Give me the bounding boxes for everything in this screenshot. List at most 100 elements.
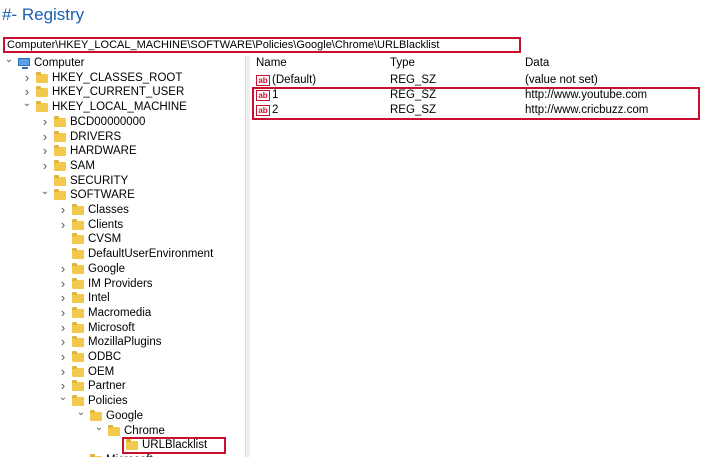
chevron-right-icon[interactable]: › xyxy=(58,203,68,217)
tree-node[interactable]: URLBlacklist xyxy=(0,437,245,455)
chevron-right-icon[interactable]: › xyxy=(40,114,50,129)
value-row[interactable]: ab (Default) REG_SZ (value not set) xyxy=(250,73,700,88)
folder-icon xyxy=(72,351,84,362)
tree-node[interactable]: › Partner xyxy=(0,379,245,393)
string-value-icon: ab xyxy=(256,75,270,86)
tree-node[interactable]: › DRIVERS xyxy=(0,129,245,144)
tree-node[interactable]: CVSM xyxy=(0,232,245,246)
tree-node[interactable]: ⌄ HKEY_LOCAL_MACHINE xyxy=(0,97,245,114)
folder-icon xyxy=(54,189,66,201)
tree-node[interactable]: › Clients xyxy=(0,217,245,232)
folder-icon xyxy=(36,86,48,98)
folder-icon xyxy=(72,336,84,348)
folder-icon xyxy=(72,277,84,289)
tree-node[interactable]: › IM Providers xyxy=(0,276,245,291)
tree-node[interactable]: › HKEY_CURRENT_USER xyxy=(0,85,245,99)
tree-node-label: Policies xyxy=(88,395,128,408)
tree-node[interactable]: › Intel xyxy=(0,291,245,305)
chevron-right-icon[interactable]: › xyxy=(40,144,50,158)
column-header-name[interactable]: Name xyxy=(256,56,287,71)
folder-icon xyxy=(72,380,84,392)
chevron-down-icon[interactable]: ⌄ xyxy=(22,97,32,111)
tree-node[interactable]: › Macromedia xyxy=(0,305,245,320)
tree-node[interactable]: › ODBC xyxy=(0,350,245,364)
tree-node-label: MozillaPlugins xyxy=(88,336,162,349)
tree-node[interactable]: › Microsoft xyxy=(0,320,245,335)
chevron-right-icon[interactable]: › xyxy=(58,320,68,335)
folder-icon xyxy=(72,218,84,230)
tree-node-label: Microsoft xyxy=(106,453,153,457)
page-heading: #- Registry xyxy=(2,5,85,24)
chevron-right-icon[interactable]: › xyxy=(58,305,68,320)
chevron-right-icon[interactable]: › xyxy=(76,452,86,457)
column-header-type[interactable]: Type xyxy=(390,56,415,71)
tree-node[interactable]: › HKEY_CLASSES_ROOT xyxy=(0,70,245,85)
tree-node[interactable]: › MozillaPlugins xyxy=(0,335,245,349)
tree-node[interactable]: DefaultUserEnvironment xyxy=(0,247,245,261)
tree-node-label: SECURITY xyxy=(70,174,129,187)
folder-icon xyxy=(54,130,66,142)
tree-node-label: Google xyxy=(88,262,126,275)
tree-node[interactable]: › BCD00000000 xyxy=(0,114,245,129)
chevron-down-icon[interactable]: ⌄ xyxy=(4,56,14,67)
chevron-right-icon[interactable]: › xyxy=(40,158,50,173)
chevron-right-icon[interactable]: › xyxy=(58,335,68,349)
folder-icon xyxy=(72,292,84,304)
tree-node-label: IM Providers xyxy=(88,277,153,290)
chevron-down-icon[interactable]: ⌄ xyxy=(76,406,86,420)
tree-node[interactable]: › Microsoft xyxy=(0,452,245,457)
chevron-right-icon[interactable]: › xyxy=(58,217,68,232)
chevron-down-icon[interactable]: ⌄ xyxy=(94,421,104,435)
folder-icon xyxy=(54,115,66,127)
tree-node-label: CVSM xyxy=(88,233,122,246)
chevron-right-icon[interactable]: › xyxy=(22,70,32,85)
tree-node[interactable]: › OEM xyxy=(0,364,245,379)
tree-node[interactable]: › Classes xyxy=(0,203,245,217)
tree-node-label: Computer xyxy=(34,57,85,69)
folder-icon xyxy=(54,145,66,157)
folder-icon xyxy=(72,233,84,245)
selected-key-highlight xyxy=(122,437,226,455)
tree-node-label: DRIVERS xyxy=(70,130,122,143)
tree-node-label: Intel xyxy=(88,292,110,305)
tree-node-label: Macromedia xyxy=(88,306,152,319)
tree-node-label: OEM xyxy=(88,365,115,378)
chevron-down-icon[interactable]: ⌄ xyxy=(40,185,50,199)
chevron-right-icon[interactable]: › xyxy=(58,276,68,291)
tree-node-label: HKEY_LOCAL_MACHINE xyxy=(52,101,187,114)
chevron-right-icon[interactable]: › xyxy=(58,364,68,379)
chevron-right-icon[interactable]: › xyxy=(40,129,50,144)
value-name: (Default) xyxy=(272,74,317,86)
address-bar[interactable]: Computer\HKEY_LOCAL_MACHINE\SOFTWARE\Pol… xyxy=(3,37,521,53)
tree-node[interactable]: ⌄ SOFTWARE xyxy=(0,185,245,202)
folder-icon xyxy=(72,306,84,318)
tree-node-label: SAM xyxy=(70,159,95,172)
tree-node-label: HKEY_CLASSES_ROOT xyxy=(52,71,183,84)
tree-node-label: Google xyxy=(106,409,144,422)
tree-node-label: HKEY_CURRENT_USER xyxy=(52,86,185,99)
folder-icon xyxy=(36,101,48,113)
chevron-right-icon[interactable]: › xyxy=(58,350,68,364)
chevron-down-icon[interactable]: ⌄ xyxy=(58,391,68,405)
tree-node[interactable]: ⌄ Chrome xyxy=(0,421,245,438)
tree-node-label: Clients xyxy=(88,218,124,231)
tree-node-label: DefaultUserEnvironment xyxy=(88,248,214,261)
folder-icon xyxy=(72,204,84,215)
tree-node-label: SOFTWARE xyxy=(70,189,135,202)
folder-icon xyxy=(54,174,66,186)
tree-node[interactable]: › HARDWARE xyxy=(0,144,245,158)
column-header-data[interactable]: Data xyxy=(525,56,549,71)
chevron-right-icon[interactable]: › xyxy=(58,261,68,276)
tree-node[interactable]: ⌄ Policies xyxy=(0,391,245,408)
tree-node[interactable]: › SAM xyxy=(0,158,245,173)
folder-icon xyxy=(36,71,48,83)
tree-node-label: Classes xyxy=(88,204,129,216)
tree-node[interactable]: › Google xyxy=(0,261,245,276)
chevron-right-icon[interactable]: › xyxy=(58,291,68,305)
tree-node[interactable]: SECURITY xyxy=(0,174,245,188)
tree-node[interactable]: ⌄ Google xyxy=(0,406,245,423)
tree-node-label: HARDWARE xyxy=(70,145,137,158)
tree-node[interactable]: ⌄ Computer xyxy=(0,56,245,70)
tree-node-label: BCD00000000 xyxy=(70,115,146,128)
values-highlight-box xyxy=(252,87,700,120)
